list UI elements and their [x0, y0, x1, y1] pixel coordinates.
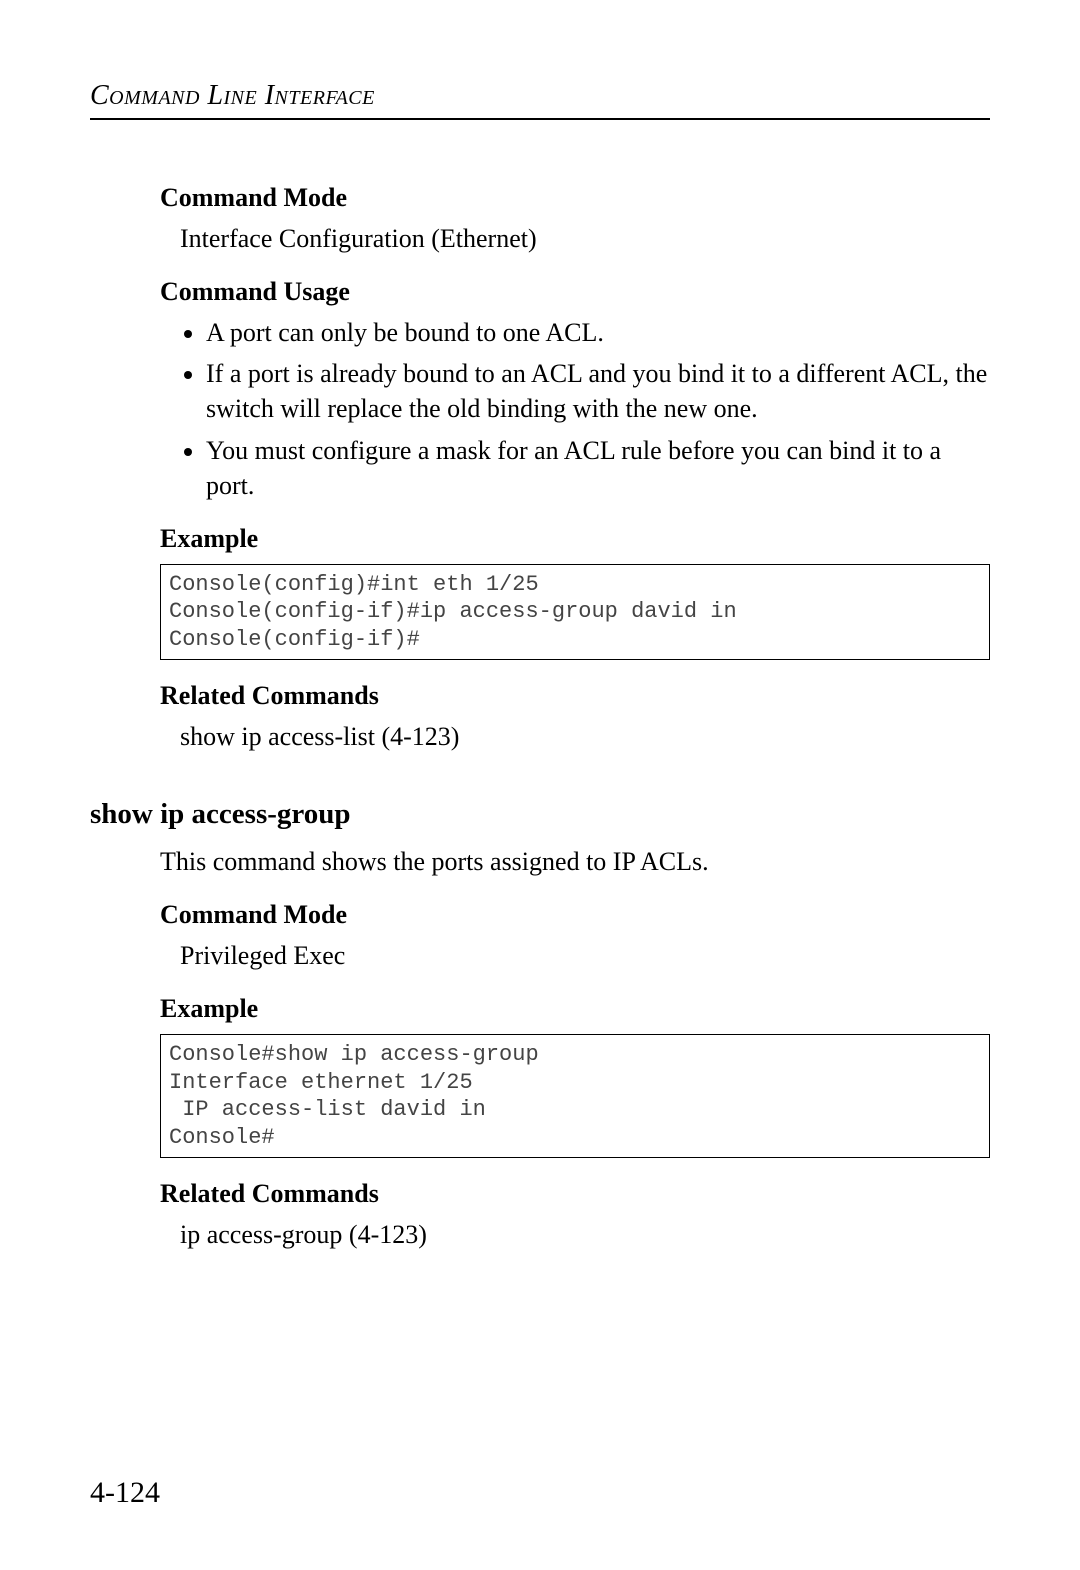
- page: Command Line Interface Command Mode Inte…: [0, 0, 1080, 1570]
- related-commands-label-2: Related Commands: [160, 1176, 990, 1211]
- usage-item: If a port is already bound to an ACL and…: [206, 356, 990, 426]
- related-commands-text-2: ip access-group (4-123): [180, 1217, 990, 1252]
- command-mode-label-1: Command Mode: [160, 180, 990, 215]
- related-commands-label-1: Related Commands: [160, 678, 990, 713]
- command-mode-label-2: Command Mode: [160, 897, 990, 932]
- example-label-1: Example: [160, 521, 990, 556]
- command-heading-show-ip-access-group: show ip access-group: [90, 795, 990, 834]
- example-code-1: Console(config)#int eth 1/25 Console(con…: [160, 564, 990, 661]
- command-description: This command shows the ports assigned to…: [160, 844, 990, 879]
- usage-list: A port can only be bound to one ACL. If …: [180, 315, 990, 502]
- usage-item: A port can only be bound to one ACL.: [206, 315, 990, 350]
- related-commands-text-1: show ip access-list (4-123): [180, 719, 990, 754]
- chapter-header: Command Line Interface: [90, 80, 990, 120]
- command-mode-text-2: Privileged Exec: [180, 938, 990, 973]
- command-mode-text-1: Interface Configuration (Ethernet): [180, 221, 990, 256]
- page-content: Command Mode Interface Configuration (Et…: [160, 180, 990, 1252]
- example-code-2: Console#show ip access-group Interface e…: [160, 1034, 990, 1158]
- command-usage-label: Command Usage: [160, 274, 990, 309]
- page-number: 4-124: [90, 1476, 160, 1510]
- usage-item: You must configure a mask for an ACL rul…: [206, 433, 990, 503]
- example-label-2: Example: [160, 991, 990, 1026]
